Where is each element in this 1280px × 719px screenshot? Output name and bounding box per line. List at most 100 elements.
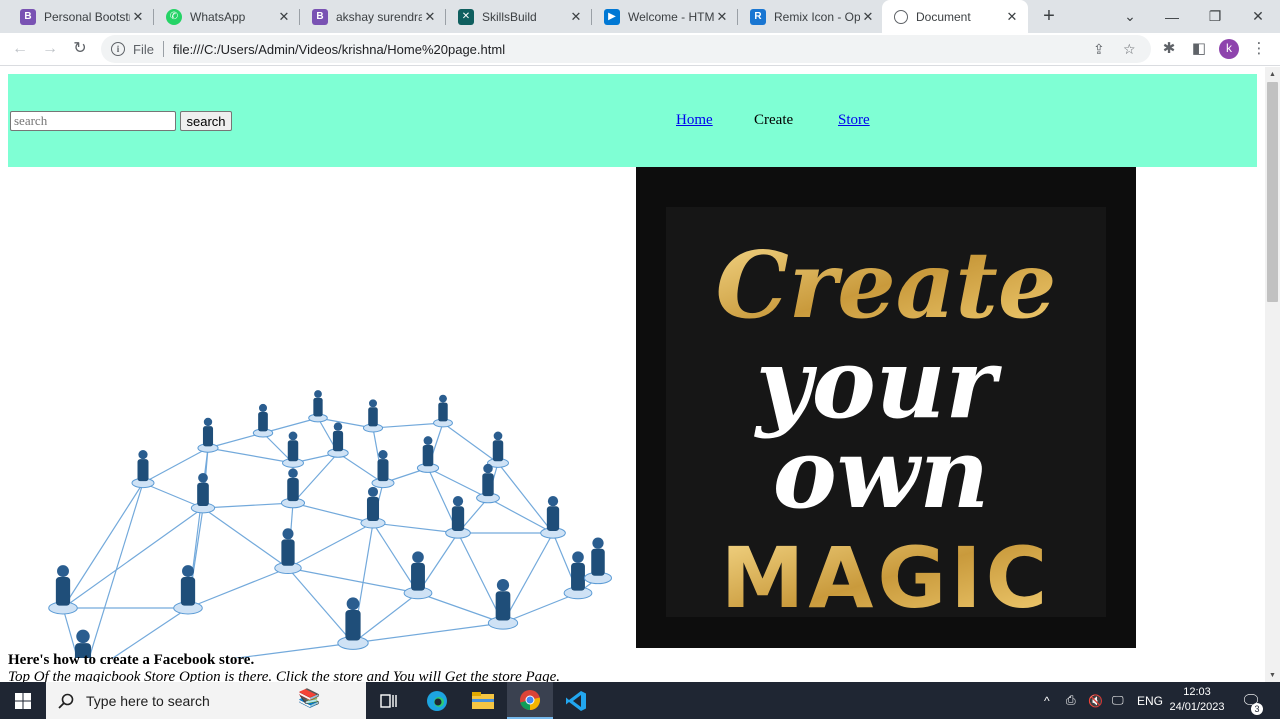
page-viewport: search Home Create Store Create your own… [0, 67, 1265, 682]
info-icon[interactable]: i [111, 42, 125, 56]
network-edge [442, 422, 499, 464]
menu-kebab-icon[interactable]: ⋮ [1247, 37, 1271, 61]
tab-whatsapp[interactable]: ✆ WhatsApp ✕ [154, 0, 300, 33]
back-arrow-icon[interactable]: ← [8, 37, 32, 61]
network-edge [487, 497, 554, 534]
taskbar-search-box[interactable]: Type here to search 📚 [46, 682, 366, 719]
task-view-icon[interactable] [366, 682, 412, 719]
person-icon [280, 468, 306, 509]
notification-badge: 3 [1251, 703, 1263, 715]
tab-title: Remix Icon - Ope [774, 9, 860, 24]
close-icon[interactable]: ✕ [276, 9, 292, 25]
person-icon [360, 486, 386, 529]
magic-line-magic: MAGIC [721, 529, 1051, 627]
tab-search-chevron-icon[interactable]: ⌄ [1110, 0, 1150, 33]
taskbar-clock[interactable]: 12:03 24/01/2023 [1163, 685, 1231, 715]
tab-remix-icon[interactable]: R Remix Icon - Ope ✕ [738, 0, 884, 33]
network-edge [287, 567, 354, 644]
network-edge [427, 467, 489, 499]
meet-now-icon[interactable]: ⎙ [1066, 682, 1076, 719]
close-icon[interactable]: ✕ [130, 9, 146, 25]
restore-button[interactable]: ❐ [1195, 0, 1235, 33]
browser-toolbar: ← → ↻ i File file:///C:/Users/Admin/Vide… [0, 33, 1280, 66]
volume-muted-icon[interactable]: 🔇 [1088, 682, 1103, 719]
address-scheme: File [133, 41, 154, 57]
scroll-up-arrow-icon[interactable]: ▲ [1265, 71, 1280, 78]
side-panel-icon[interactable]: ◧ [1187, 37, 1211, 61]
person-icon [197, 417, 219, 453]
magic-line-own: own [773, 417, 989, 530]
bootstrap-icon: B [312, 8, 328, 25]
search-input[interactable] [10, 111, 176, 131]
clock-time: 12:03 [1183, 686, 1211, 698]
create-magic-image: Create your own MAGIC [636, 167, 1136, 648]
skillsbuild-icon: ✕ [458, 8, 474, 25]
nav-store-link[interactable]: Store [838, 112, 870, 129]
magic-line-create: Create [716, 231, 1057, 339]
network-edge [62, 482, 144, 609]
people-network-image [48, 390, 612, 658]
scroll-thumb[interactable] [1267, 82, 1278, 302]
person-icon [433, 394, 453, 428]
person-icon [416, 436, 440, 473]
address-bar[interactable]: i File file:///C:/Users/Admin/Videos/kri… [101, 35, 1151, 63]
network-edge [337, 452, 384, 484]
close-icon[interactable]: ✕ [1004, 9, 1020, 25]
tab-personal-bootstrap[interactable]: B Personal Bootstra ✕ [8, 0, 154, 33]
person-icon [362, 399, 384, 433]
scroll-down-arrow-icon[interactable]: ▼ [1265, 672, 1280, 679]
reload-icon[interactable]: ↻ [68, 37, 92, 61]
person-icon [274, 528, 302, 575]
whatsapp-icon: ✆ [166, 8, 182, 25]
remix-icon: R [750, 8, 766, 25]
network-edge [287, 522, 374, 569]
bootstrap-icon: B [20, 8, 36, 25]
show-hidden-icons-chevron-icon[interactable]: ^ [1044, 682, 1050, 719]
network-icon[interactable]: 🖵 [1112, 682, 1124, 719]
person-icon [173, 565, 203, 615]
minimize-button[interactable]: — [1152, 0, 1192, 33]
tab-akshay-surendran[interactable]: B akshay surendran ✕ [300, 0, 446, 33]
share-icon[interactable]: ⇪ [1093, 41, 1105, 58]
close-icon[interactable]: ✕ [860, 9, 876, 25]
forward-arrow-icon[interactable]: → [38, 37, 62, 61]
network-edge [287, 567, 419, 594]
tab-title: akshay surendran [336, 9, 422, 24]
tab-welcome-html[interactable]: ▶ Welcome - HTML ✕ [592, 0, 738, 33]
close-icon[interactable]: ✕ [422, 9, 438, 25]
tab-document[interactable]: Document ✕ [882, 0, 1028, 33]
close-icon[interactable]: ✕ [568, 9, 584, 25]
vscode-icon[interactable] [553, 682, 599, 719]
extensions-puzzle-icon[interactable]: ✱ [1157, 37, 1181, 61]
person-icon [540, 496, 566, 539]
address-url[interactable]: file:///C:/Users/Admin/Videos/krishna/Ho… [173, 42, 505, 57]
tab-skillsbuild[interactable]: ✕ SkillsBuild ✕ [446, 0, 592, 33]
network-edge [497, 462, 554, 534]
person-icon [190, 473, 216, 514]
network-edge [292, 502, 374, 524]
page-heading: Here's how to create a Facebook store. [8, 652, 255, 668]
close-window-button[interactable]: ✕ [1238, 0, 1278, 33]
person-icon [403, 551, 433, 600]
network-edge [187, 567, 289, 609]
tab-strip: B Personal Bootstra ✕ ✆ WhatsApp ✕ B aks… [0, 0, 1280, 33]
windows-taskbar: Type here to search 📚 ^ ⎙ 🔇 🖵 ENG 12:03 … [0, 682, 1280, 719]
nav-create: Create [754, 112, 794, 128]
close-icon[interactable]: ✕ [714, 9, 730, 25]
nav-home-link[interactable]: Home [676, 112, 713, 129]
bookmark-star-icon[interactable]: ☆ [1123, 41, 1136, 58]
new-tab-button[interactable]: + [1037, 4, 1061, 28]
search-button[interactable]: search [180, 111, 232, 131]
edge-browser-icon[interactable] [414, 682, 460, 719]
person-icon [48, 565, 78, 615]
chrome-icon[interactable] [507, 682, 553, 719]
tab-title: SkillsBuild [482, 9, 537, 24]
windows-start-button[interactable] [0, 682, 46, 719]
person-icon [282, 431, 304, 468]
tab-title: Personal Bootstra [44, 9, 130, 24]
taskbar-search-placeholder: Type here to search [86, 692, 210, 709]
vertical-scrollbar[interactable]: ▲ ▼ [1265, 67, 1280, 682]
profile-avatar[interactable]: k [1219, 39, 1239, 59]
language-indicator[interactable]: ENG [1137, 682, 1163, 719]
file-explorer-icon[interactable] [460, 682, 506, 719]
